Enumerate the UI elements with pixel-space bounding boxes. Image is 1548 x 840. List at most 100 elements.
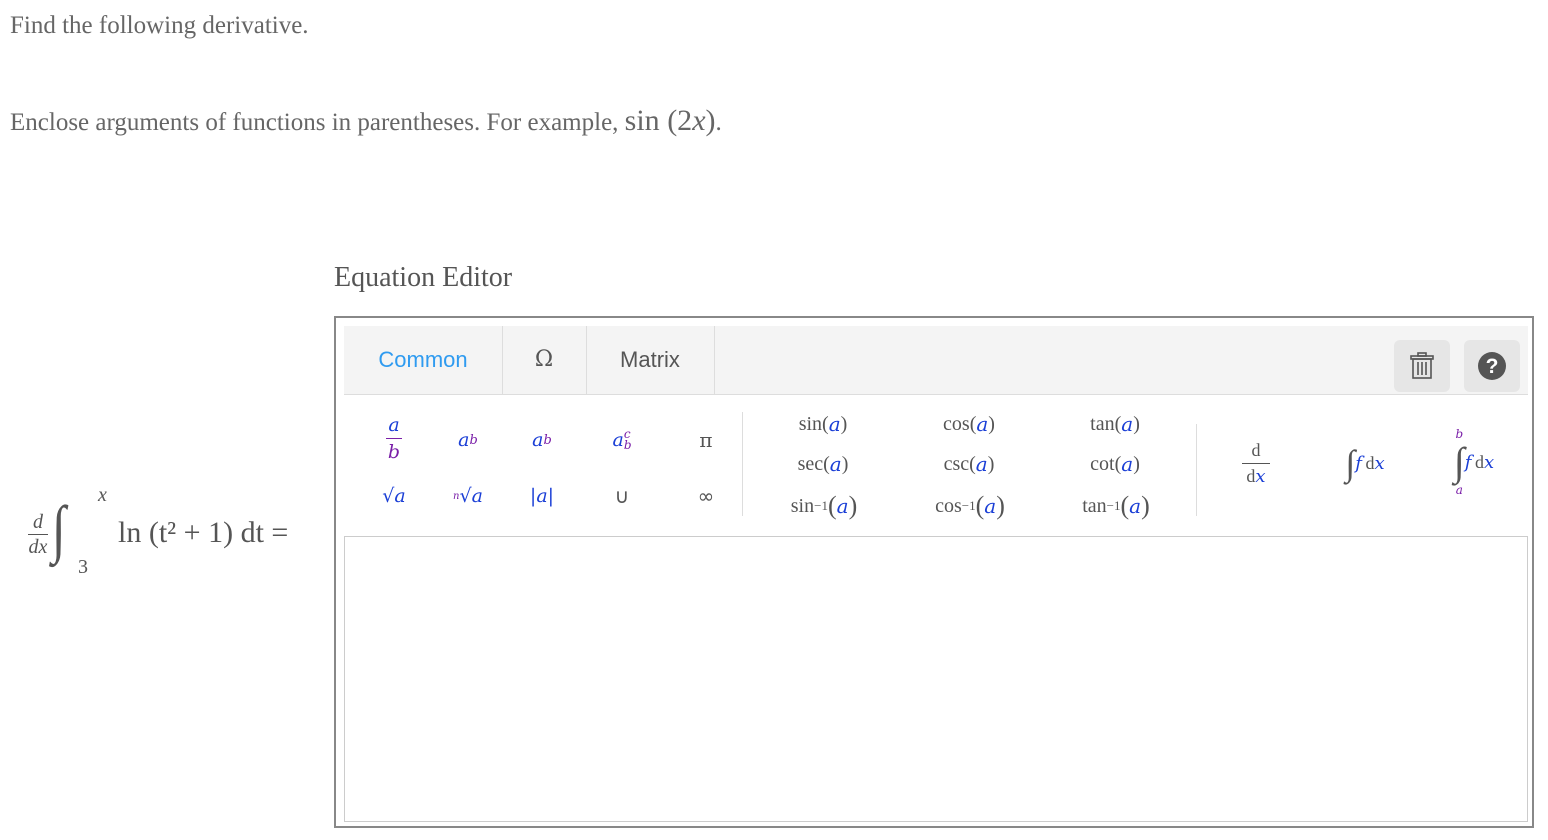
sub-sub: b bbox=[543, 432, 552, 448]
cos-button[interactable]: cos(a) bbox=[926, 406, 1012, 442]
trig-arg: a bbox=[984, 494, 997, 518]
nth-root-button[interactable]: n √a bbox=[440, 476, 496, 516]
integral-sign: ∫ bbox=[51, 493, 66, 564]
defint-glyph: ∫ bbox=[1453, 439, 1465, 484]
integral-glyph: ∫ bbox=[1345, 443, 1356, 483]
trig-arg: a bbox=[1121, 412, 1134, 436]
trig-arg: a bbox=[828, 412, 841, 436]
trig-arg: a bbox=[975, 452, 988, 476]
subsup-base: a bbox=[612, 429, 624, 451]
inv-exp: −1 bbox=[814, 498, 828, 513]
abs-glyph: |a| bbox=[529, 485, 555, 507]
tab-common[interactable]: Common bbox=[344, 326, 503, 394]
trig-fn: sin bbox=[798, 412, 823, 435]
abs-button[interactable]: |a| bbox=[514, 476, 570, 516]
sub-base: a bbox=[532, 429, 544, 451]
derivative-button[interactable]: d dx bbox=[1228, 428, 1284, 498]
symbol-palette: a b ab ab acb π √a n √a |a| ∪ ∞ sin (a … bbox=[344, 396, 1528, 530]
tab-symbols[interactable]: Ω bbox=[502, 326, 587, 394]
palette-divider bbox=[742, 412, 743, 516]
trash-icon bbox=[1410, 352, 1434, 379]
trig-fn: csc bbox=[943, 452, 970, 475]
subscript-button[interactable]: ab bbox=[514, 418, 570, 462]
trig-arg: a bbox=[836, 494, 849, 518]
pi-button[interactable]: π bbox=[686, 420, 726, 460]
trig-arg: a bbox=[829, 452, 842, 476]
subsup-scripts: cb bbox=[623, 428, 632, 452]
integrand: ln (t² + 1) dt = bbox=[118, 516, 289, 549]
inv-trig-fn: cos bbox=[935, 494, 962, 517]
example-fn: sin bbox=[624, 104, 660, 137]
inv-trig-fn: tan bbox=[1082, 494, 1107, 517]
answer-area bbox=[344, 536, 1528, 822]
palette-divider bbox=[1196, 424, 1197, 516]
dx-denominator: dx bbox=[28, 536, 48, 558]
d-numerator: d bbox=[33, 511, 43, 533]
fraction-bar-glyph bbox=[386, 437, 402, 439]
int-f: f bbox=[1355, 452, 1362, 474]
trig-arg: a bbox=[1129, 494, 1142, 518]
fraction-button[interactable]: a b bbox=[372, 410, 416, 466]
instruction-prefix: Enclose arguments of functions in parent… bbox=[10, 109, 625, 136]
derivative-expression: d dx ∫ x 3 ln (t² + 1) dt = bbox=[14, 484, 344, 584]
tan-button[interactable]: tan(a) bbox=[1072, 406, 1158, 442]
integral-button[interactable]: ∫ f dx bbox=[1320, 428, 1410, 498]
example-arg-close: ) bbox=[705, 104, 716, 137]
fraction-den: b bbox=[387, 440, 401, 463]
power-button[interactable]: ab bbox=[440, 418, 496, 462]
power-exp: b bbox=[469, 432, 478, 448]
inv-exp: −1 bbox=[1106, 498, 1121, 513]
editor-toolbar: Common Ω Matrix ? bbox=[344, 326, 1528, 395]
instruction-suffix: . bbox=[715, 109, 722, 136]
inv-exp: −1 bbox=[961, 498, 976, 513]
clear-button[interactable] bbox=[1394, 340, 1450, 392]
definite-integral-button[interactable]: b ∫ a f dx bbox=[1424, 414, 1524, 510]
deriv-den-x: x bbox=[1255, 465, 1266, 487]
fraction-num: a bbox=[388, 413, 400, 436]
subsup-button[interactable]: acb bbox=[594, 418, 650, 462]
int-x: x bbox=[1374, 452, 1385, 474]
sec-button[interactable]: sec(a) bbox=[780, 446, 866, 482]
union-button[interactable]: ∪ bbox=[600, 476, 644, 516]
trig-fn: tan bbox=[1090, 412, 1115, 435]
trig-fn: cos bbox=[943, 412, 970, 435]
example-arg-open: (2 bbox=[659, 104, 693, 137]
help-glyph: ? bbox=[1486, 355, 1499, 378]
editor-title: Equation Editor bbox=[334, 262, 513, 293]
arcsin-button[interactable]: sin −1(a) bbox=[774, 486, 874, 526]
defint-sign-group: b ∫ a bbox=[1454, 428, 1465, 496]
sqrt-glyph: √a bbox=[382, 485, 406, 507]
sin-button[interactable]: sin(a) bbox=[780, 406, 866, 442]
example-expression: sin (2x) bbox=[625, 104, 716, 137]
int-d: d bbox=[1365, 452, 1375, 473]
answer-input[interactable] bbox=[345, 537, 1527, 821]
arccos-button[interactable]: cos −1(a) bbox=[920, 486, 1020, 526]
d-dx-operator: d dx bbox=[22, 512, 54, 557]
equation-editor: Common Ω Matrix ? a b a b a b a c b π √a… bbox=[334, 316, 1534, 828]
tab-matrix[interactable]: Matrix bbox=[586, 326, 715, 394]
fraction-bar bbox=[28, 534, 48, 535]
question-prompt: Find the following derivative. bbox=[10, 12, 309, 39]
deriv-bar bbox=[1242, 462, 1270, 464]
help-icon: ? bbox=[1478, 352, 1506, 380]
example-arg-var: x bbox=[692, 104, 706, 137]
defint-d: d bbox=[1475, 451, 1485, 472]
deriv-num: d bbox=[1251, 439, 1261, 460]
cot-button[interactable]: cot(a) bbox=[1072, 446, 1158, 482]
defint-x: x bbox=[1484, 451, 1495, 473]
integral-lower-limit: 3 bbox=[78, 556, 88, 578]
infinity-button[interactable]: ∞ bbox=[686, 476, 726, 516]
subsup-sub: b bbox=[623, 438, 632, 452]
nroot-glyph: √a bbox=[459, 485, 483, 507]
sqrt-button[interactable]: √a bbox=[372, 476, 416, 516]
trig-fn: cot bbox=[1090, 452, 1115, 475]
integral-upper-limit: x bbox=[98, 484, 107, 506]
trig-arg: a bbox=[1121, 452, 1134, 476]
trig-fn: sec bbox=[797, 452, 824, 475]
instruction-text: Enclose arguments of functions in parent… bbox=[10, 104, 722, 138]
defint-lower: a bbox=[1455, 483, 1463, 497]
trig-arg: a bbox=[976, 412, 989, 436]
csc-button[interactable]: csc(a) bbox=[926, 446, 1012, 482]
help-button[interactable]: ? bbox=[1464, 340, 1520, 392]
arctan-button[interactable]: tan −1(a) bbox=[1066, 486, 1166, 526]
